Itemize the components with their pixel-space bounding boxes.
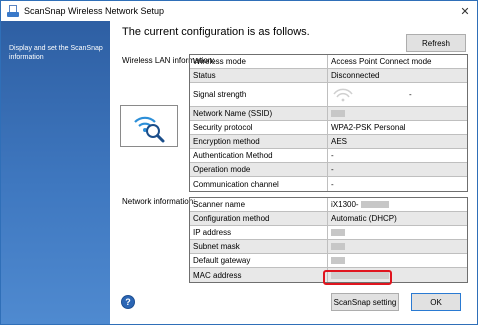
help-icon[interactable]: ?: [121, 295, 135, 309]
table-row: Communication channel -: [190, 177, 467, 191]
signal-strength-icon: [333, 88, 353, 101]
row-value-signal: -: [328, 83, 467, 106]
sidebar-description: Display and set the ScanSnap information: [9, 45, 103, 61]
signal-strength-value: -: [409, 90, 412, 99]
row-key: MAC address: [190, 268, 328, 282]
row-value: -: [331, 179, 334, 189]
table-row: IP address: [190, 226, 467, 240]
row-key: Encryption method: [190, 135, 328, 148]
table-row: Configuration method Automatic (DHCP): [190, 212, 467, 226]
row-key: Configuration method: [190, 212, 328, 225]
masked-value: [360, 201, 389, 208]
row-key: Security protocol: [190, 121, 328, 134]
table-row: Encryption method AES: [190, 135, 467, 149]
wlan-info-table: Wireless mode Access Point Connect mode …: [189, 54, 468, 192]
table-row: Wireless mode Access Point Connect mode: [190, 55, 467, 69]
row-key: IP address: [190, 226, 328, 239]
ok-button[interactable]: OK: [411, 293, 461, 311]
row-key: Scanner name: [190, 198, 328, 211]
table-row: Network Name (SSID): [190, 107, 467, 121]
row-value: WPA2-PSK Personal: [331, 123, 406, 132]
row-key: Authentication Method: [190, 149, 328, 162]
row-value: -: [331, 151, 334, 160]
row-key: Operation mode: [190, 163, 328, 176]
row-key: Default gateway: [190, 254, 328, 267]
table-row: Scanner name iX1300-: [190, 198, 467, 212]
row-value-scanner: iX1300-: [328, 198, 467, 211]
scanner-name-value: iX1300-: [331, 200, 359, 209]
table-row: Subnet mask: [190, 240, 467, 254]
table-row: Authentication Method -: [190, 149, 467, 163]
row-value: Access Point Connect mode: [331, 57, 432, 66]
row-key: Subnet mask: [190, 240, 328, 253]
row-value-masked: [328, 226, 467, 239]
close-icon[interactable]: ✕: [457, 3, 473, 19]
page-title: The current configuration is as follows.: [122, 26, 310, 38]
row-key: Wireless mode: [190, 55, 328, 68]
wifi-search-icon: [120, 105, 178, 147]
row-key: Network Name (SSID): [190, 107, 328, 120]
sidebar: Display and set the ScanSnap information: [1, 21, 110, 324]
row-value: Disconnected: [331, 71, 380, 80]
masked-value: [331, 243, 345, 250]
refresh-button[interactable]: Refresh: [406, 34, 466, 52]
scansnap-setting-button[interactable]: ScanSnap setting: [331, 293, 399, 311]
table-row: Operation mode -: [190, 163, 467, 177]
row-key: Status: [190, 69, 328, 82]
row-value-masked: [328, 254, 467, 267]
table-row: Security protocol WPA2-PSK Personal: [190, 121, 467, 135]
window-title: ScanSnap Wireless Network Setup: [24, 6, 165, 16]
row-value: AES: [331, 137, 348, 146]
row-key: Signal strength: [190, 83, 328, 106]
row-value-masked: [328, 107, 467, 120]
row-value: -: [331, 165, 334, 174]
table-row: Signal strength -: [190, 83, 467, 107]
title-bar: ScanSnap Wireless Network Setup ✕: [1, 1, 477, 21]
masked-value: [331, 229, 345, 236]
masked-value: [331, 257, 345, 264]
scansnap-app-icon: [7, 5, 19, 17]
table-row: Default gateway: [190, 254, 467, 268]
row-value: Automatic (DHCP): [331, 214, 397, 223]
row-value-masked: [328, 240, 467, 253]
masked-value: [331, 110, 345, 117]
setup-window: ScanSnap Wireless Network Setup ✕ Displa…: [0, 0, 478, 325]
mac-address-highlight: [323, 270, 392, 285]
row-key: Communication channel: [190, 177, 328, 191]
table-row: Status Disconnected: [190, 69, 467, 83]
network-section-label: Network information:: [122, 197, 196, 206]
